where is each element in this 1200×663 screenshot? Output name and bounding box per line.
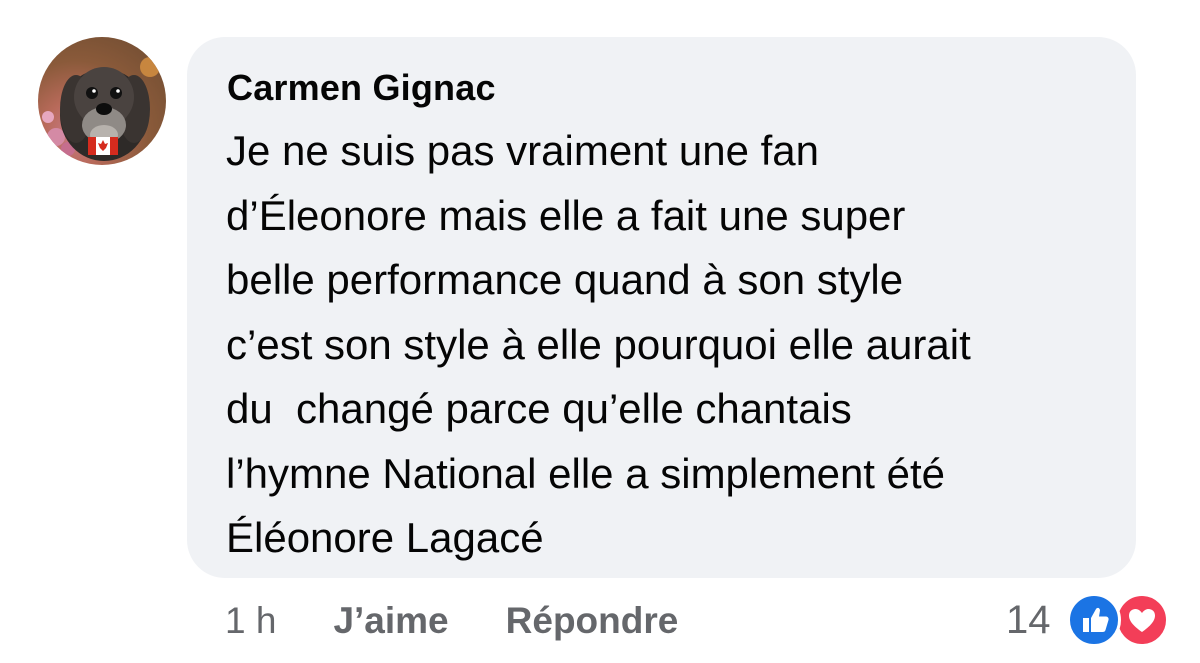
comment-author[interactable]: Carmen Gignac <box>227 67 496 109</box>
canada-flag-icon <box>88 137 118 155</box>
reply-button[interactable]: Répondre <box>506 600 679 642</box>
love-icon <box>1114 593 1169 647</box>
like-button[interactable]: J’aime <box>333 600 448 642</box>
comment-text-line: l’hymne National elle a simplement été <box>226 449 946 497</box>
comment-timestamp[interactable]: 1 h <box>225 600 276 642</box>
comment-text-line: du changé parce qu’elle chantais <box>226 385 852 432</box>
comment-text-line: Je ne suis pas vraiment une fan <box>226 127 820 174</box>
reactions-summary[interactable]: 14 <box>1006 593 1173 647</box>
comment-text-line: c’est son style à elle pourquoi elle aur… <box>226 320 971 368</box>
like-icon <box>1066 593 1121 647</box>
comment-text-line: belle performance quand à son style <box>226 256 904 303</box>
reaction-count: 14 <box>1006 597 1051 642</box>
comment: Carmen Gignac Je ne suis pas vraiment un… <box>0 0 1200 663</box>
comment-bubble: Carmen Gignac Je ne suis pas vraiment un… <box>187 37 1136 578</box>
avatar[interactable] <box>38 37 166 165</box>
dog-avatar-image <box>42 57 160 161</box>
comment-text-line: d’Éleonore mais elle a fait une super <box>226 191 906 239</box>
comment-actions: 1 h J’aime Répondre <box>225 598 678 644</box>
comment-text: Je ne suis pas vraiment une fan d’Éleono… <box>226 119 1116 571</box>
comment-text-line: Éléonore Lagacé <box>226 514 544 561</box>
reaction-icons <box>1066 593 1173 647</box>
